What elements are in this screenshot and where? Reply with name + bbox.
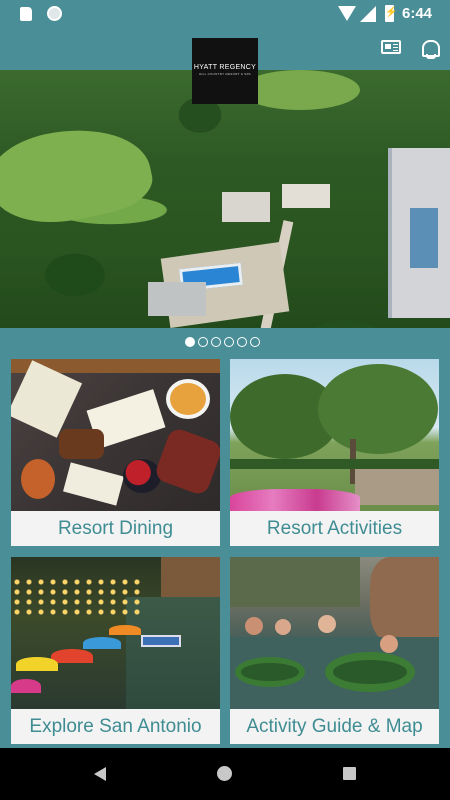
charcuterie-board-photo [11,359,220,511]
hyatt-regency-logo[interactable]: HYATT REGENCY HILL COUNTRY RESORT & SPA [192,38,258,104]
hero-carousel[interactable] [0,70,450,328]
news-icon[interactable] [381,40,401,54]
tile-label: Activity Guide & Map [230,709,439,744]
pager-dot-5[interactable] [237,337,247,347]
logo-subtext: HILL COUNTRY RESORT & SPA [199,72,251,76]
circle-icon [47,6,62,21]
tile-label: Explore San Antonio [11,709,220,744]
bell-icon[interactable] [419,38,440,59]
hero-roof-1 [148,282,206,316]
pager-dot-4[interactable] [224,337,234,347]
hero-roof-3 [282,184,330,208]
logo-text: HYATT REGENCY [193,64,257,71]
wifi-icon [338,6,356,21]
tile-label: Resort Dining [11,511,220,546]
status-bar: 6:44 [0,0,450,28]
status-time: 6:44 [402,5,433,22]
tile-label: Resort Activities [230,511,439,546]
app-header: HYATT REGENCY HILL COUNTRY RESORT & SPA [0,28,450,104]
battery-charging-icon [385,5,397,22]
pager-dot-3[interactable] [211,337,221,347]
back-icon[interactable] [94,767,106,781]
lazy-river-tubing-photo [230,557,439,709]
sd-card-icon [20,7,32,21]
tile-resort-dining[interactable]: Resort Dining [11,359,220,546]
pager-dot-1[interactable] [185,337,195,347]
tile-explore-san-antonio[interactable]: Explore San Antonio [11,557,220,744]
system-nav-bar [0,748,450,800]
pager-dot-2[interactable] [198,337,208,347]
carousel-pager [185,334,265,347]
hero-hotel-building [388,148,450,318]
signal-icon [360,6,376,22]
recent-apps-icon[interactable] [343,767,356,780]
pager-dot-6[interactable] [250,337,260,347]
hero-fairway-2 [240,70,360,110]
hero-fairway [0,114,158,236]
home-icon[interactable] [217,766,232,781]
river-walk-photo [11,557,220,709]
hero-roof-2 [222,192,270,222]
tile-activity-guide-map[interactable]: Activity Guide & Map [230,557,439,744]
tile-resort-activities[interactable]: Resort Activities [230,359,439,546]
garden-trees-photo [230,359,439,511]
